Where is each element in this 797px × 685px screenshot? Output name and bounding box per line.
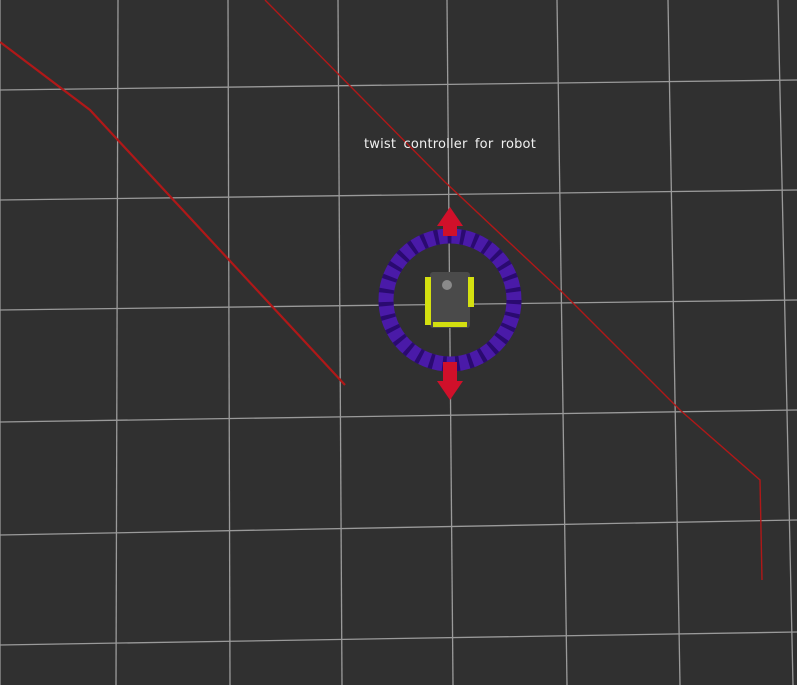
grid-line xyxy=(0,631,797,646)
grid-line xyxy=(0,409,797,423)
robot-icon xyxy=(425,272,474,328)
grid-line xyxy=(227,0,231,685)
grid-line xyxy=(0,299,797,311)
grid-line xyxy=(337,0,343,685)
robot-sensor xyxy=(442,280,452,290)
robot-wheel-left xyxy=(425,277,431,325)
laser-scan-line-left xyxy=(0,41,346,386)
grid-line xyxy=(446,0,454,685)
marker-description-label: twist controller for robot xyxy=(363,137,537,152)
grid-line xyxy=(777,0,794,685)
scene-canvas[interactable] xyxy=(0,0,797,685)
grid-line xyxy=(556,0,568,685)
grid-line xyxy=(0,79,797,91)
robot-wheel-right xyxy=(468,277,474,307)
robot-body xyxy=(430,272,470,328)
robot-wheel-bottom xyxy=(433,322,467,327)
rviz-3d-viewport[interactable]: twist controller for robot xyxy=(0,0,797,685)
grid-line xyxy=(667,0,681,685)
grid-line xyxy=(115,0,119,685)
grid-line xyxy=(0,189,797,201)
